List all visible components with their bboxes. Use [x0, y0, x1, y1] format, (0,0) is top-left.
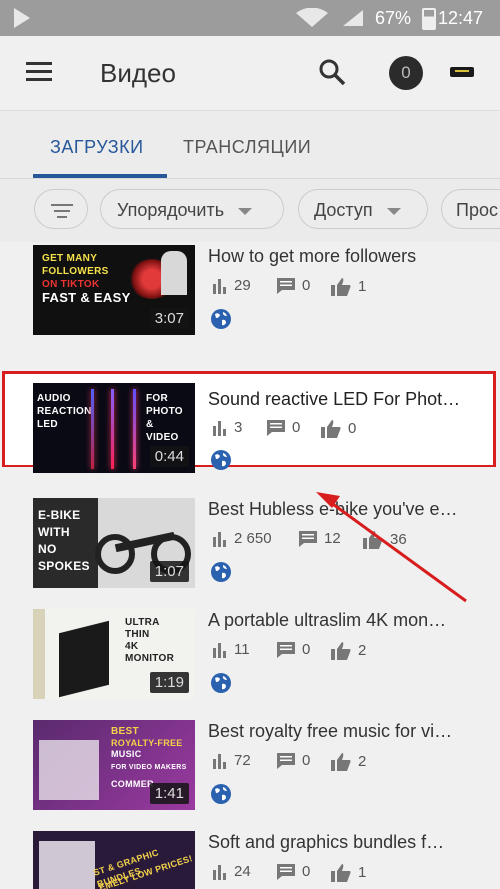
annotation-arrow — [316, 492, 467, 603]
